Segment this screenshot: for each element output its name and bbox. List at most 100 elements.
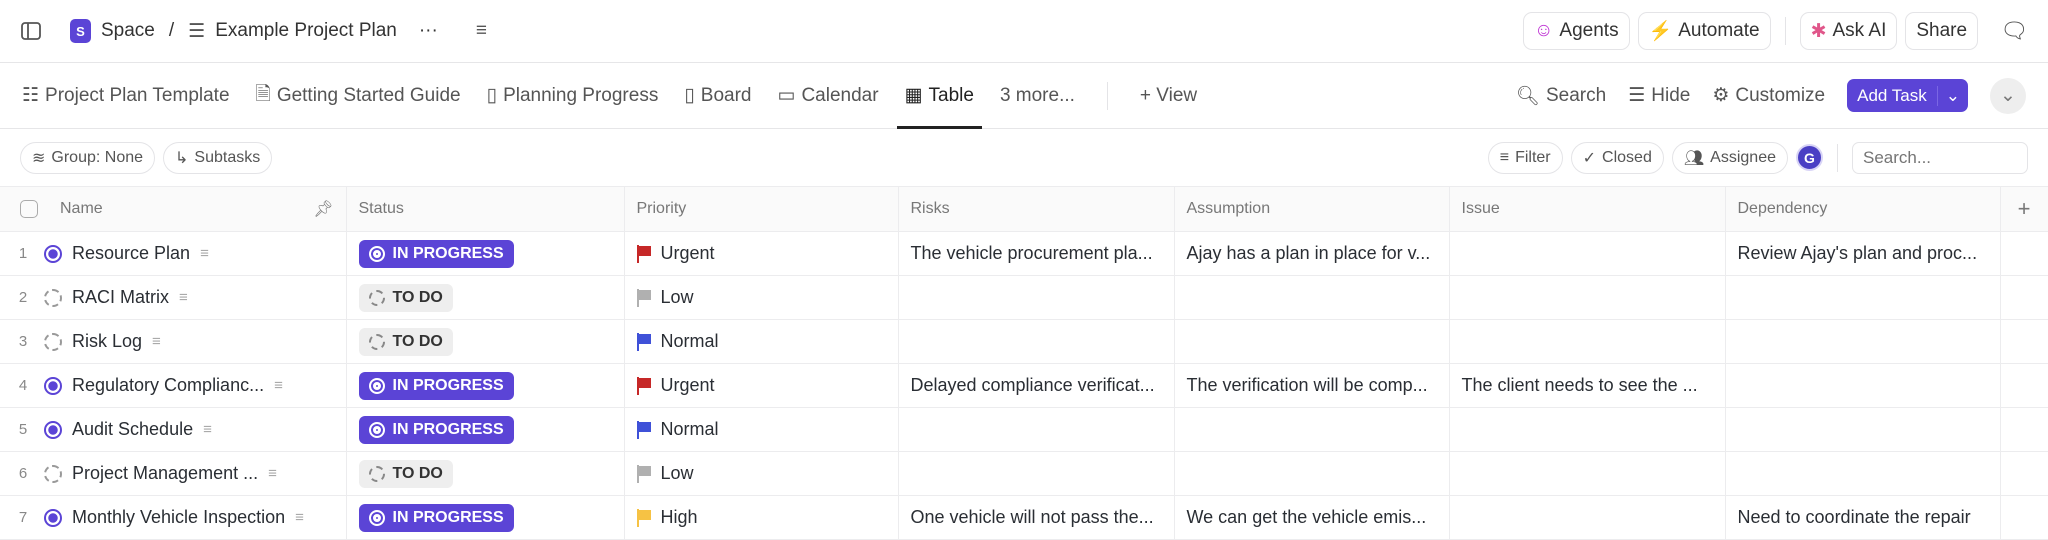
customize-button[interactable]: ⚙ Customize	[1712, 84, 1825, 107]
dependency-cell[interactable]: Review Ajay's plan and proc...	[1725, 231, 2001, 276]
column-status[interactable]: Status	[346, 186, 625, 232]
status-cell[interactable]: IN PROGRESS	[346, 363, 625, 408]
closed-button[interactable]: ✓ Closed	[1570, 141, 1664, 174]
table-row[interactable]: 6 Project Management ... ≡ TO DO Low	[0, 451, 2048, 496]
breadcrumb-space[interactable]: Space	[101, 20, 155, 42]
column-priority[interactable]: Priority	[624, 186, 899, 232]
add-task-label[interactable]: Add Task	[1847, 86, 1937, 106]
name-cell[interactable]: 3 Risk Log ≡	[0, 319, 347, 364]
automate-button[interactable]: ⚡ Automate	[1637, 12, 1771, 50]
assumption-cell[interactable]	[1174, 319, 1450, 364]
risks-cell[interactable]	[898, 275, 1175, 320]
status-cell[interactable]: TO DO	[346, 275, 625, 320]
name-cell[interactable]: 2 RACI Matrix ≡	[0, 275, 347, 320]
status-badge[interactable]: IN PROGRESS	[358, 503, 514, 532]
status-dot-icon[interactable]	[44, 288, 62, 307]
priority-cell[interactable]: Normal	[624, 319, 899, 364]
status-dot-icon[interactable]	[44, 508, 62, 527]
status-dot-icon[interactable]	[44, 464, 62, 483]
priority-cell[interactable]: Low	[624, 275, 899, 320]
status-cell[interactable]: TO DO	[346, 451, 625, 496]
add-column-button[interactable]: +	[2000, 186, 2048, 232]
sidebar-toggle-icon[interactable]	[20, 20, 42, 42]
issue-cell[interactable]	[1449, 275, 1726, 320]
table-row[interactable]: 1 Resource Plan ≡ IN PROGRESS Urgent The v…	[0, 231, 2048, 276]
agents-button[interactable]: ☺ Agents	[1523, 12, 1630, 50]
dependency-cell[interactable]	[1725, 275, 2001, 320]
priority-cell[interactable]: Urgent	[624, 363, 899, 408]
status-cell[interactable]: TO DO	[346, 319, 625, 364]
issue-cell[interactable]	[1449, 231, 1726, 276]
select-all-checkbox[interactable]	[20, 200, 38, 218]
risks-cell[interactable]	[898, 407, 1175, 452]
status-badge[interactable]: TO DO	[358, 459, 453, 488]
pin-icon[interactable]: 📌︎	[313, 199, 333, 219]
assumption-cell[interactable]: Ajay has a plan in place for v...	[1174, 231, 1450, 276]
risks-cell[interactable]: The vehicle procurement pla...	[898, 231, 1175, 276]
assumption-cell[interactable]	[1174, 451, 1450, 496]
tab-board[interactable]: ▯ Board	[684, 63, 751, 128]
assumption-cell[interactable]	[1174, 275, 1450, 320]
status-cell[interactable]: IN PROGRESS	[346, 407, 625, 452]
add-view-button[interactable]: + View	[1140, 63, 1197, 128]
status-cell[interactable]: IN PROGRESS	[346, 231, 625, 276]
task-name[interactable]: RACI Matrix	[72, 287, 169, 308]
status-badge[interactable]: TO DO	[358, 283, 453, 312]
table-row[interactable]: 7 Monthly Vehicle Inspection ≡ IN PROGRESS…	[0, 495, 2048, 540]
add-task-button[interactable]: Add Task ⌄	[1847, 79, 1968, 112]
tab-calendar[interactable]: ▭ Calendar	[778, 63, 879, 128]
task-name[interactable]: Monthly Vehicle Inspection	[72, 507, 285, 528]
priority-cell[interactable]: Urgent	[624, 231, 899, 276]
column-issue[interactable]: Issue	[1449, 186, 1726, 232]
tab-project-plan-template[interactable]: ☷ Project Plan Template	[22, 63, 230, 128]
user-avatar[interactable]: G	[1796, 144, 1823, 171]
collapse-button[interactable]: ⌄	[1990, 77, 2026, 114]
priority-cell[interactable]: Low	[624, 451, 899, 496]
name-cell[interactable]: 1 Resource Plan ≡	[0, 231, 347, 276]
tab-getting-started-guide[interactable]: 🗎 Getting Started Guide	[256, 63, 461, 128]
column-risks[interactable]: Risks	[898, 186, 1175, 232]
column-dependency[interactable]: Dependency	[1725, 186, 2001, 232]
assignee-button[interactable]: 👥︎ Assignee	[1671, 141, 1788, 174]
table-row[interactable]: 4 Regulatory Complianc... ≡ IN PROGRESS Ur…	[0, 363, 2048, 408]
task-name[interactable]: Risk Log	[72, 331, 142, 352]
name-cell[interactable]: 4 Regulatory Complianc... ≡	[0, 363, 347, 408]
search-input[interactable]	[1852, 141, 2028, 174]
dependency-cell[interactable]	[1725, 451, 2001, 496]
status-dot-icon[interactable]	[44, 420, 62, 439]
task-name[interactable]: Audit Schedule	[72, 419, 193, 440]
table-row[interactable]: 5 Audit Schedule ≡ IN PROGRESS Normal	[0, 407, 2048, 452]
tab-planning-progress[interactable]: ▯ Planning Progress	[487, 63, 659, 128]
task-name[interactable]: Regulatory Complianc...	[72, 375, 264, 396]
description-icon[interactable]: ≡	[476, 20, 487, 42]
column-assumption[interactable]: Assumption	[1174, 186, 1450, 232]
table-row[interactable]: 2 RACI Matrix ≡ TO DO Low	[0, 275, 2048, 320]
dependency-cell[interactable]: Need to coordinate the repair	[1725, 495, 2001, 540]
status-cell[interactable]: IN PROGRESS	[346, 495, 625, 540]
column-name[interactable]: Name 📌︎	[0, 186, 347, 232]
tab-more[interactable]: 3 more...	[1000, 63, 1075, 128]
issue-cell[interactable]	[1449, 495, 1726, 540]
risks-cell[interactable]	[898, 451, 1175, 496]
risks-cell[interactable]: Delayed compliance verificat...	[898, 363, 1175, 408]
share-button[interactable]: Share	[1905, 12, 1979, 50]
name-cell[interactable]: 6 Project Management ... ≡	[0, 451, 347, 496]
dependency-cell[interactable]	[1725, 363, 2001, 408]
status-badge[interactable]: IN PROGRESS	[358, 239, 514, 268]
more-options-button[interactable]: ···	[419, 20, 438, 42]
ask-ai-button[interactable]: ✱ Ask AI	[1799, 12, 1898, 50]
name-cell[interactable]: 5 Audit Schedule ≡	[0, 407, 347, 452]
task-name[interactable]: Resource Plan	[72, 243, 190, 264]
assumption-cell[interactable]: The verification will be comp...	[1174, 363, 1450, 408]
priority-cell[interactable]: Normal	[624, 407, 899, 452]
status-badge[interactable]: IN PROGRESS	[358, 371, 514, 400]
search-button[interactable]: 🔍︎ Search	[1516, 84, 1606, 108]
comment-icon[interactable]: 🗨	[2000, 18, 2028, 44]
issue-cell[interactable]: The client needs to see the ...	[1449, 363, 1726, 408]
dependency-cell[interactable]	[1725, 407, 2001, 452]
status-dot-icon[interactable]	[44, 332, 62, 351]
status-dot-icon[interactable]	[44, 244, 62, 263]
assumption-cell[interactable]: We can get the vehicle emis...	[1174, 495, 1450, 540]
status-badge[interactable]: IN PROGRESS	[358, 415, 514, 444]
filter-button[interactable]: ≡ Filter	[1487, 141, 1563, 174]
